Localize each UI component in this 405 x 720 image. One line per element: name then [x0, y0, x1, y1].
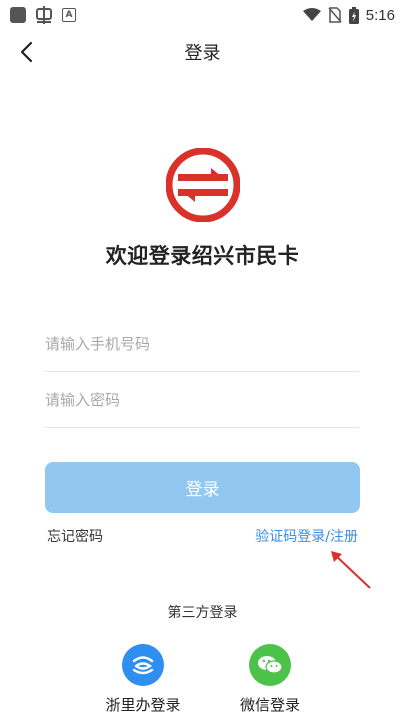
shaoxing-citizen-card-logo: [166, 148, 240, 222]
status-bar: A 5:16: [0, 0, 405, 30]
welcome-heading: 欢迎登录绍兴市民卡: [105, 244, 300, 268]
login-button[interactable]: 登录: [45, 462, 360, 513]
phone-input[interactable]: [45, 316, 359, 371]
battery-icon: [348, 6, 359, 24]
clock: 5:16: [365, 6, 395, 24]
nav-bar: 登录: [0, 30, 405, 74]
code-login-register-link[interactable]: 验证码登录/注册: [255, 526, 358, 546]
page-title: 登录: [184, 43, 221, 64]
zheliban-login-label: 浙里办登录: [105, 696, 181, 714]
phone-field: [45, 316, 359, 372]
chevron-left-icon: [20, 41, 33, 63]
wechat-icon: [249, 644, 291, 686]
wechat-login-button[interactable]: 微信登录: [225, 644, 315, 715]
password-field: [45, 372, 359, 428]
third-party-title: 第三方登录: [167, 605, 238, 621]
status-right: 5:16: [302, 6, 395, 24]
zheliban-icon: [122, 644, 164, 686]
zheliban-login-button[interactable]: 浙里办登录: [98, 644, 188, 715]
password-input[interactable]: [45, 372, 359, 427]
square-icon: [10, 7, 26, 23]
no-sim-icon: [328, 7, 342, 23]
status-left: A: [10, 6, 76, 24]
bug-icon: [34, 6, 54, 24]
forgot-password-link[interactable]: 忘记密码: [47, 526, 103, 546]
annotation-arrow-icon: [331, 551, 371, 589]
wechat-login-label: 微信登录: [239, 696, 300, 714]
back-button[interactable]: [12, 38, 40, 66]
wifi-icon: [302, 8, 321, 21]
a-icon: A: [62, 8, 76, 22]
